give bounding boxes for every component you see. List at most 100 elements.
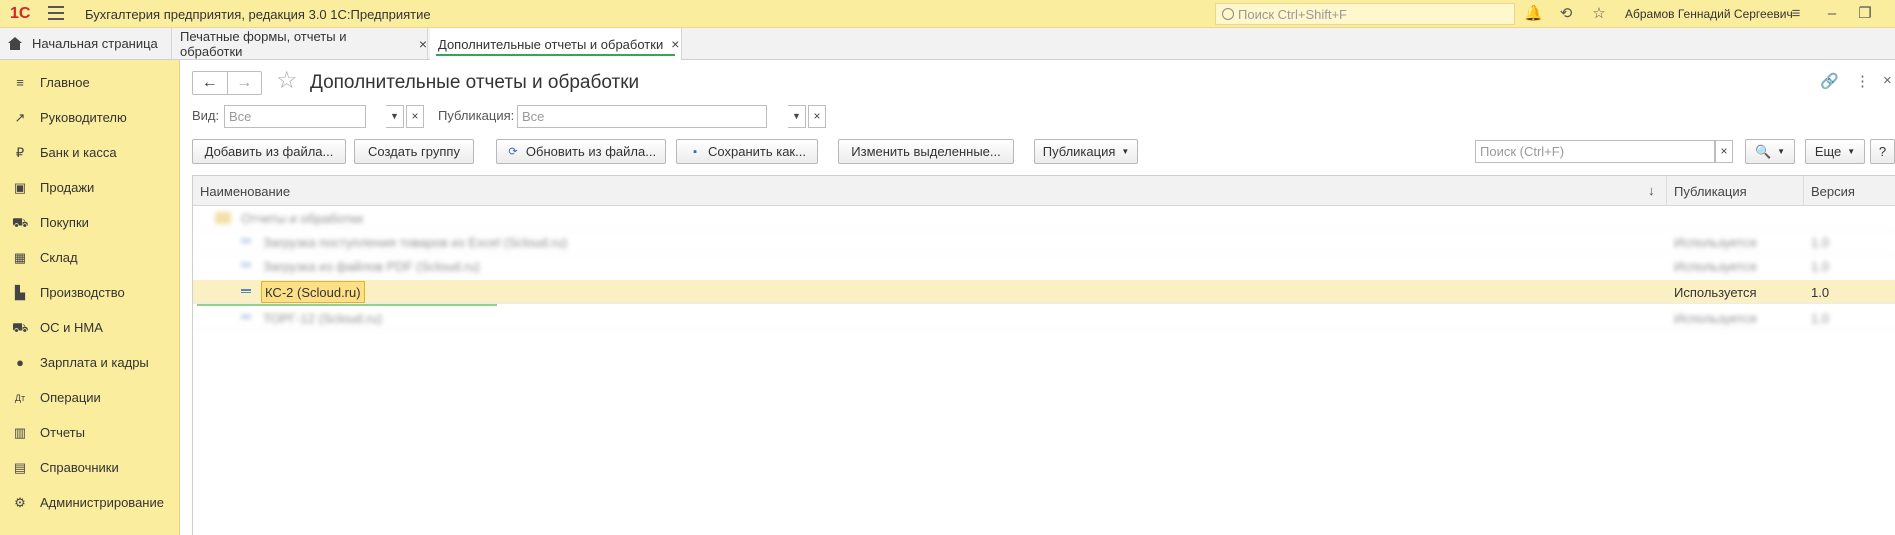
tab-additional-reports[interactable]: Дополнительные отчеты и обработки × [430, 28, 682, 60]
chevron-down-icon: ▼ [1121, 147, 1130, 156]
sort-arrow-icon: ↓ [1648, 183, 1655, 198]
sidebar-item-label: Отчеты [40, 425, 85, 440]
sidebar-item-label: ОС и НМА [40, 320, 103, 335]
history-icon[interactable]: ⟲ [1557, 5, 1575, 23]
sidebar-item-purchases[interactable]: ⛟ Покупки [0, 205, 180, 240]
table-row[interactable]: Загрузка поступления товаров из Excel (S… [193, 230, 1895, 254]
create-group-button[interactable]: Создать группу [354, 139, 474, 164]
user-name[interactable]: Абрамов Геннадий Сергеевич [1625, 7, 1793, 21]
publication-menu-label: Публикация [1042, 144, 1116, 159]
gear-icon: ⚙ [14, 494, 26, 510]
publication-filter-input[interactable]: Все [517, 105, 767, 128]
tabs-bar: Начальная страница Печатные формы, отчет… [0, 28, 1895, 60]
row-name[interactable]: КС-2 (Scloud.ru) [261, 281, 365, 303]
cart-icon: ⛟ [12, 214, 29, 230]
restore-icon[interactable]: ❐ [1856, 5, 1874, 23]
sidebar-item-main[interactable]: ≡ Главное [0, 65, 180, 100]
app-logo: 1С [10, 5, 31, 22]
kind-dropdown-button[interactable]: ▼ [386, 105, 404, 128]
minimize-icon[interactable]: – [1823, 5, 1841, 23]
row-name: ТОРГ-12 (Scloud.ru) [263, 310, 383, 326]
add-from-file-button[interactable]: Добавить из файла... [192, 139, 346, 164]
column-version-header[interactable]: Версия [1804, 176, 1895, 206]
row-name: Отчеты и обработки [241, 210, 363, 226]
update-from-file-button[interactable]: ⟳ Обновить из файла... [496, 139, 666, 164]
more-button[interactable]: Еще ▼ [1805, 139, 1865, 164]
kind-filter-input[interactable]: Все [224, 105, 366, 128]
publication-clear-button[interactable]: × [808, 105, 826, 128]
book-icon: ▤ [13, 459, 27, 475]
publication-dropdown-button[interactable]: ▼ [788, 105, 806, 128]
sidebar-item-administration[interactable]: ⚙ Администрирование [0, 485, 180, 520]
list-search-input[interactable]: Поиск (Ctrl+F) [1475, 140, 1715, 163]
sidebar-item-operations[interactable]: Дт Операции [0, 380, 180, 415]
back-button[interactable]: ← [193, 72, 227, 94]
row-publication: Используется [1674, 310, 1757, 326]
save-as-button[interactable]: ▪ Сохранить как... [676, 139, 818, 164]
trend-icon: ↗ [14, 109, 26, 125]
factory-icon: ▙ [15, 284, 25, 300]
publication-filter-label: Публикация: [438, 108, 515, 123]
sidebar-item-label: Продажи [40, 180, 95, 195]
bar-chart-icon: ▥ [13, 424, 27, 440]
settings-menu-icon[interactable]: ≡ [1787, 5, 1805, 23]
change-selected-button[interactable]: Изменить выделенные... [838, 139, 1014, 164]
global-search-placeholder: Поиск Ctrl+Shift+F [1238, 6, 1347, 22]
column-name-header[interactable]: Наименование [193, 176, 1667, 206]
sidebar-item-label: Руководителю [40, 110, 127, 125]
sidebar-item-reports[interactable]: ▥ Отчеты [0, 415, 180, 450]
sidebar-item-label: Операции [40, 390, 101, 405]
publication-menu-button[interactable]: Публикация ▼ [1034, 139, 1138, 164]
sidebar: ≡ Главное ↗ Руководителю ₽ Банк и касса ▣ Пр… [0, 60, 180, 535]
favorite-star-icon[interactable]: ☆ [276, 69, 298, 93]
search-icon [1222, 8, 1234, 20]
close-icon[interactable]: × [419, 36, 427, 52]
bell-icon[interactable]: 🔔 [1524, 5, 1543, 23]
sidebar-item-warehouse[interactable]: ▦ Склад [0, 240, 180, 275]
tab-label: Печатные формы, отчеты и обработки [180, 28, 347, 59]
row-version: 1.0 [1811, 258, 1830, 274]
app-title: Бухгалтерия предприятия, редакция 3.0 1С… [85, 7, 431, 22]
help-button[interactable]: ? [1870, 139, 1895, 164]
table-row[interactable]: Отчеты и обработки [193, 206, 1895, 230]
link-icon[interactable]: 🔗 [1820, 72, 1839, 90]
search-clear-button[interactable]: × [1715, 140, 1733, 163]
chevron-down-icon: ▼ [1777, 147, 1786, 156]
more-actions-icon[interactable]: ⋮ [1855, 72, 1870, 90]
close-form-icon[interactable]: × [1883, 72, 1892, 89]
processing-icon [241, 239, 251, 243]
column-publication-header[interactable]: Публикация [1667, 176, 1804, 206]
person-icon: ● [16, 354, 24, 370]
sidebar-item-directories[interactable]: ▤ Справочники [0, 450, 180, 485]
sidebar-item-fixed-assets[interactable]: ⛟ ОС и НМА [0, 310, 180, 345]
main-menu-icon[interactable] [48, 6, 64, 20]
search-button[interactable]: 🔍 ▼ [1745, 139, 1795, 164]
chevron-down-icon: ▼ [1847, 147, 1856, 156]
navigation-buttons: ← → [192, 71, 262, 95]
table-row[interactable]: Загрузка из файлов PDF (Scloud.ru) Испол… [193, 254, 1895, 278]
table-row[interactable]: ТОРГ-12 (Scloud.ru) Используется 1.0 [193, 306, 1895, 330]
sidebar-item-production[interactable]: ▙ Производство [0, 275, 180, 310]
tab-print-forms[interactable]: Печатные формы, отчеты и обработки × [172, 28, 428, 59]
sidebar-item-sales[interactable]: ▣ Продажи [0, 170, 180, 205]
sidebar-item-label: Банк и касса [40, 145, 117, 160]
row-version: 1.0 [1811, 234, 1830, 250]
row-version: 1.0 [1811, 284, 1830, 300]
tab-home[interactable]: Начальная страница [0, 28, 172, 59]
sidebar-item-salary[interactable]: ● Зарплата и кадры [0, 345, 180, 380]
title-bar: 1С Бухгалтерия предприятия, редакция 3.0… [0, 0, 1895, 28]
row-name: Загрузка из файлов PDF (Scloud.ru) [263, 258, 480, 274]
sidebar-item-bank[interactable]: ₽ Банк и касса [0, 135, 180, 170]
table-row-selected[interactable]: КС-2 (Scloud.ru) Используется 1.0 [193, 280, 1895, 306]
favorites-icon[interactable]: ☆ [1590, 5, 1608, 23]
row-publication: Используется [1674, 258, 1757, 274]
kind-clear-button[interactable]: × [406, 105, 424, 128]
processing-icon [241, 289, 251, 293]
forward-button[interactable]: → [226, 72, 262, 94]
close-icon[interactable]: × [671, 36, 679, 52]
truck-icon: ⛟ [12, 319, 29, 335]
global-search-input[interactable]: Поиск Ctrl+Shift+F [1215, 3, 1515, 25]
save-icon: ▪ [693, 145, 697, 158]
sidebar-item-manager[interactable]: ↗ Руководителю [0, 100, 180, 135]
ruble-icon: ₽ [15, 144, 25, 160]
